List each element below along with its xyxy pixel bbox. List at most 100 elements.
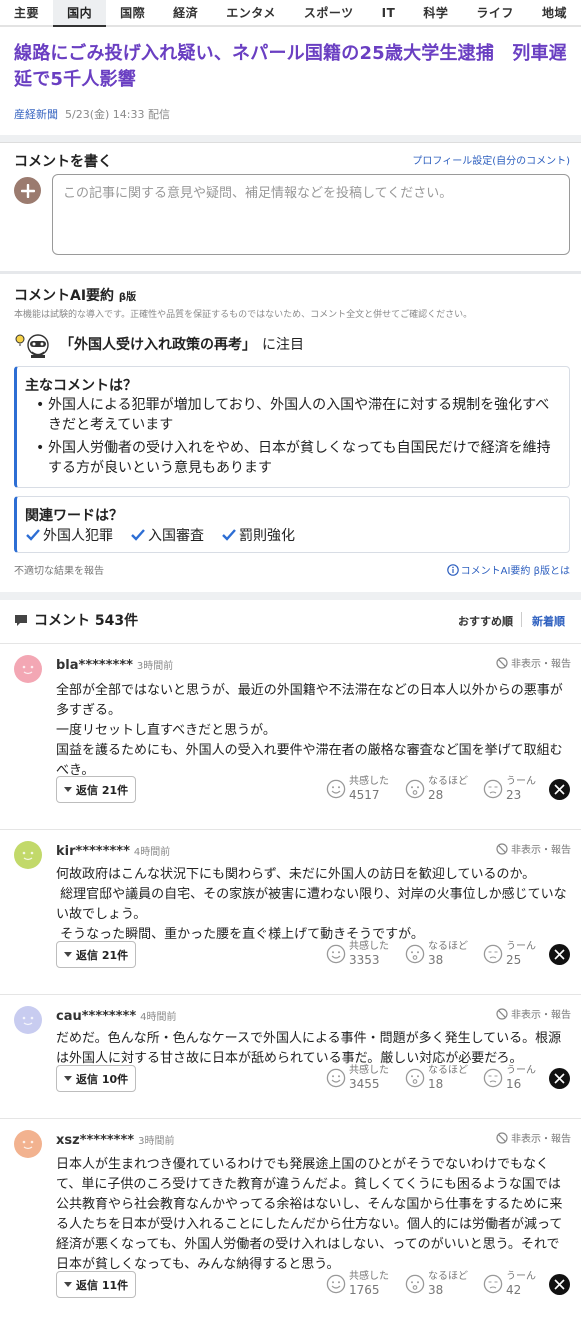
- tab-economy[interactable]: 経済: [159, 0, 212, 25]
- x-share-button[interactable]: [549, 944, 570, 965]
- profile-settings-link[interactable]: プロフィール設定(自分のコメント): [412, 152, 570, 167]
- comment-username[interactable]: cau******** 4時間前: [56, 1008, 177, 1024]
- x-share-icon: [554, 784, 565, 795]
- chevron-down-icon: [64, 951, 72, 957]
- chevron-down-icon: [64, 786, 72, 792]
- uun-icon: [483, 1274, 503, 1294]
- main-point: 外国人労働者の受け入れをやめ、日本が貧しくなっても自国民だけで経済を維持する方が…: [34, 438, 562, 478]
- hide-report-button[interactable]: 非表示・報告: [496, 1006, 571, 1021]
- empathy-icon: [326, 944, 346, 964]
- comment-text: だめだ。色んな所・色んなケースで外国人による事件・問題が多く発生している。根源は…: [56, 1031, 562, 1066]
- uun-count: 25: [506, 953, 522, 967]
- comment-time: 4時間前: [133, 847, 171, 858]
- empathy-button[interactable]: 共感した 1765: [326, 1271, 389, 1297]
- uun-count: 16: [506, 1077, 522, 1091]
- naruhodo-button[interactable]: なるほど 28: [405, 776, 468, 802]
- avatar[interactable]: [14, 655, 42, 683]
- tab-science[interactable]: 科学: [409, 0, 462, 25]
- naruhodo-count: 38: [428, 953, 444, 967]
- tab-life[interactable]: ライフ: [462, 0, 528, 25]
- hide-report-button[interactable]: 非表示・報告: [496, 1130, 571, 1145]
- comment-text: 何故政府はこんな状況下にも関わらず、未だに外国人の訪日を歓迎しているのか。 総理…: [56, 867, 567, 942]
- tab-sports[interactable]: スポーツ: [290, 0, 368, 25]
- avatar-face-icon: [22, 1140, 34, 1150]
- x-share-button[interactable]: [549, 779, 570, 800]
- x-share-button[interactable]: [549, 1068, 570, 1089]
- ai-mascot-icon: [15, 334, 49, 358]
- empathy-button[interactable]: 共感した 3455: [326, 1065, 389, 1091]
- hide-report-button[interactable]: 非表示・報告: [496, 841, 571, 856]
- avatar[interactable]: [14, 1006, 42, 1034]
- comment-username[interactable]: xsz******** 3時間前: [56, 1132, 174, 1148]
- uun-button[interactable]: うーん 16: [483, 1065, 536, 1091]
- comment-icon: [15, 614, 27, 626]
- uun-icon: [483, 944, 503, 964]
- publisher-link[interactable]: 産経新聞: [14, 108, 58, 121]
- reply-toggle-button[interactable]: 返信 21件: [56, 776, 137, 803]
- comments-count: コメント 543件: [34, 613, 139, 629]
- article-meta: 産経新聞 5/23(金) 14:33 配信: [14, 106, 170, 122]
- sort-newest[interactable]: 新着順: [532, 613, 565, 629]
- tab-main[interactable]: 主要: [0, 0, 53, 25]
- plus-icon: [20, 183, 35, 198]
- empathy-button[interactable]: 共感した 3353: [326, 941, 389, 967]
- empathy-count: 1765: [349, 1283, 380, 1297]
- uun-button[interactable]: うーん 42: [483, 1271, 536, 1297]
- section-divider: [0, 271, 581, 274]
- ai-summary-note: 本機能は試験的な導入です。正確性や品質を保証するものではないため、コメント全文と…: [14, 310, 473, 320]
- tab-entertainment[interactable]: エンタメ: [212, 0, 290, 25]
- empathy-icon: [326, 1274, 346, 1294]
- report-result-link[interactable]: 不適切な結果を報告: [14, 562, 104, 577]
- uun-icon: [483, 1068, 503, 1088]
- chevron-down-icon: [64, 1281, 72, 1287]
- ai-summary-about-link[interactable]: コメントAI要約 β版とは: [446, 562, 570, 577]
- related-words-heading: 関連ワードは？: [25, 508, 123, 524]
- avatar[interactable]: [14, 1130, 42, 1158]
- naruhodo-button[interactable]: なるほど 38: [405, 941, 468, 967]
- article-title[interactable]: 線路にごみ投げ入れ疑い、ネパール国籍の25歳大学生逮捕 列車遅延で5千人影響: [14, 41, 570, 93]
- empathy-count: 3353: [349, 953, 380, 967]
- reply-toggle-button[interactable]: 返信 10件: [56, 1065, 137, 1092]
- uun-count: 23: [506, 788, 522, 802]
- sort-recommended[interactable]: おすすめ順: [458, 613, 513, 629]
- comment-text: 日本人が生まれつき優れているわけでも発展途上国のひとがそうでないわけでもなくて、…: [56, 1157, 563, 1272]
- uun-button[interactable]: うーん 23: [483, 776, 536, 802]
- section-divider: [0, 592, 581, 600]
- reply-toggle-button[interactable]: 返信 11件: [56, 1271, 137, 1298]
- avatar-face-icon: [22, 851, 34, 861]
- main-point: 外国人による犯罪が増加しており、外国人の入国や滞在に対する規制を強化すべきだと考…: [34, 395, 562, 435]
- comment-username[interactable]: bla******** 3時間前: [56, 657, 173, 673]
- avatar[interactable]: [14, 841, 42, 869]
- x-share-icon: [554, 1073, 565, 1084]
- avatar-face-icon: [22, 1016, 34, 1026]
- comment-input[interactable]: この記事に関する意見や疑問、補足情報などを投稿してください。: [52, 174, 570, 255]
- tab-it[interactable]: IT: [368, 0, 410, 25]
- empathy-button[interactable]: 共感した 4517: [326, 776, 389, 802]
- tab-domestic[interactable]: 国内: [53, 0, 107, 27]
- reply-toggle-button[interactable]: 返信 21件: [56, 941, 137, 968]
- related-word[interactable]: 罰則強化: [222, 525, 295, 545]
- hide-icon: [496, 1007, 508, 1020]
- related-word[interactable]: 入国審査: [131, 525, 204, 545]
- uun-button[interactable]: うーん 25: [483, 941, 536, 967]
- user-avatar-add[interactable]: [14, 177, 41, 204]
- ai-topic-label: 「外国人受け入れ政策の再考」: [60, 337, 256, 353]
- related-word[interactable]: 外国人犯罪: [26, 525, 113, 545]
- naruhodo-count: 28: [428, 788, 444, 802]
- sort-divider: [521, 612, 522, 627]
- check-icon: [131, 529, 145, 541]
- x-share-button[interactable]: [549, 1274, 570, 1295]
- check-icon: [26, 529, 40, 541]
- empathy-count: 4517: [349, 788, 380, 802]
- category-nav: 主要 国内 国際 経済 エンタメ スポーツ IT 科学 ライフ 地域: [0, 0, 581, 27]
- naruhodo-button[interactable]: なるほど 18: [405, 1065, 468, 1091]
- tab-region[interactable]: 地域: [528, 0, 581, 25]
- naruhodo-icon: [405, 1274, 425, 1294]
- naruhodo-button[interactable]: なるほど 38: [405, 1271, 468, 1297]
- tab-international[interactable]: 国際: [106, 0, 159, 25]
- ai-summary-heading: コメントAI要約 β版: [14, 288, 137, 304]
- naruhodo-count: 18: [428, 1077, 444, 1091]
- hide-report-button[interactable]: 非表示・報告: [496, 655, 571, 670]
- comment-username[interactable]: kir******** 4時間前: [56, 843, 170, 859]
- comment-time: 4時間前: [140, 1012, 177, 1023]
